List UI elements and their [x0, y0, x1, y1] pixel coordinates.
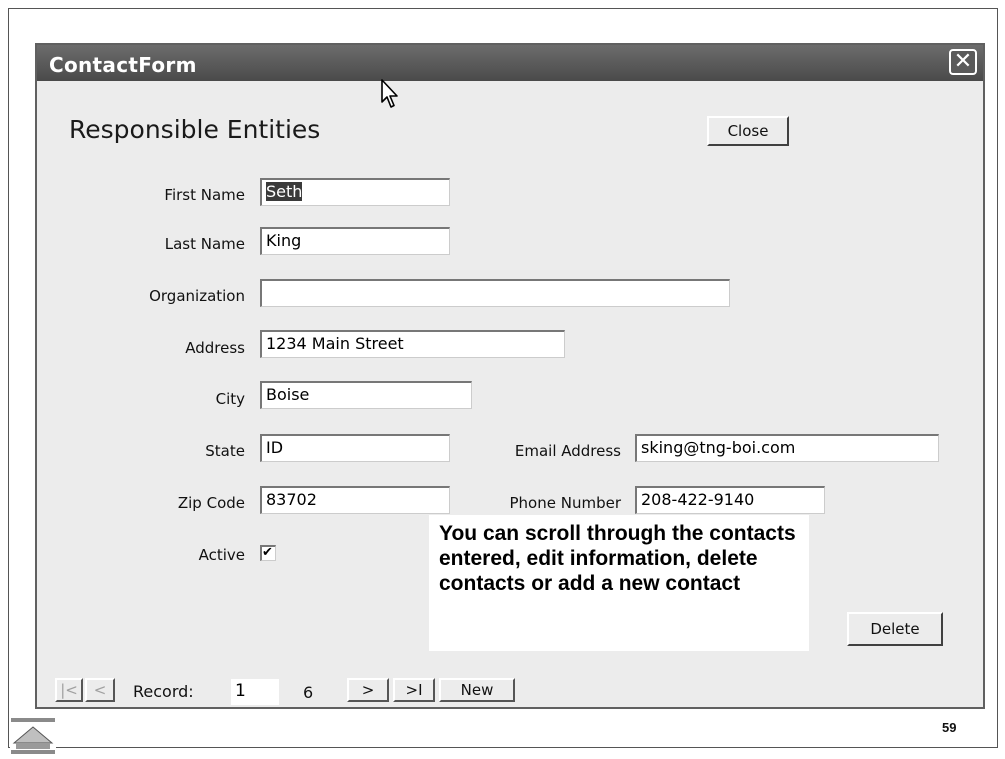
title-bar: ContactForm ✕ — [37, 45, 983, 81]
mouse-pointer-icon — [381, 79, 398, 108]
record-navigation-bar: |< < Record: 1 6 > >I New — [37, 675, 983, 707]
first-name-field[interactable]: Seth — [260, 178, 450, 206]
last-record-button[interactable]: >I — [393, 678, 435, 702]
last-name-field[interactable]: King — [260, 227, 450, 255]
active-checkbox[interactable]: ✔ — [260, 544, 276, 561]
form-heading: Responsible Entities — [69, 115, 321, 144]
email-field[interactable]: sking@tng-boi.com — [635, 434, 939, 462]
state-label: State — [205, 442, 245, 460]
window-title: ContactForm — [49, 53, 197, 77]
page-number: 59 — [942, 720, 957, 735]
next-record-button[interactable]: > — [347, 678, 389, 702]
city-field[interactable]: Boise — [260, 381, 472, 409]
first-name-label: First Name — [164, 186, 245, 204]
close-button[interactable]: Close — [707, 116, 789, 146]
zip-code-field[interactable]: 83702 — [260, 486, 450, 514]
first-record-button[interactable]: |< — [55, 678, 83, 702]
active-label: Active — [198, 546, 245, 564]
record-total: 6 — [303, 683, 314, 702]
address-field[interactable]: 1234 Main Street — [260, 330, 565, 358]
first-name-value: Seth — [266, 182, 303, 201]
new-record-button[interactable]: New — [439, 678, 515, 702]
checkmark-icon: ✔ — [262, 544, 273, 559]
address-label: Address — [185, 339, 245, 357]
city-label: City — [215, 390, 245, 408]
instruction-callout: You can scroll through the contacts ente… — [429, 515, 809, 651]
delete-button[interactable]: Delete — [847, 612, 943, 646]
zip-code-label: Zip Code — [177, 494, 245, 512]
record-number-input[interactable]: 1 — [231, 679, 279, 705]
environmental-finance-center-logo — [10, 717, 56, 755]
window-close-icon[interactable]: ✕ — [949, 49, 977, 75]
email-label: Email Address — [514, 442, 621, 460]
state-field[interactable]: ID — [260, 434, 450, 462]
contact-form-window: ContactForm ✕ Responsible Entities Close… — [35, 43, 985, 709]
organization-label: Organization — [149, 287, 245, 305]
phone-field[interactable]: 208-422-9140 — [635, 486, 825, 514]
record-label: Record: — [133, 682, 194, 701]
previous-record-button[interactable]: < — [85, 678, 115, 702]
phone-label: Phone Number — [509, 494, 622, 512]
last-name-label: Last Name — [164, 235, 245, 253]
organization-field[interactable] — [260, 279, 730, 307]
